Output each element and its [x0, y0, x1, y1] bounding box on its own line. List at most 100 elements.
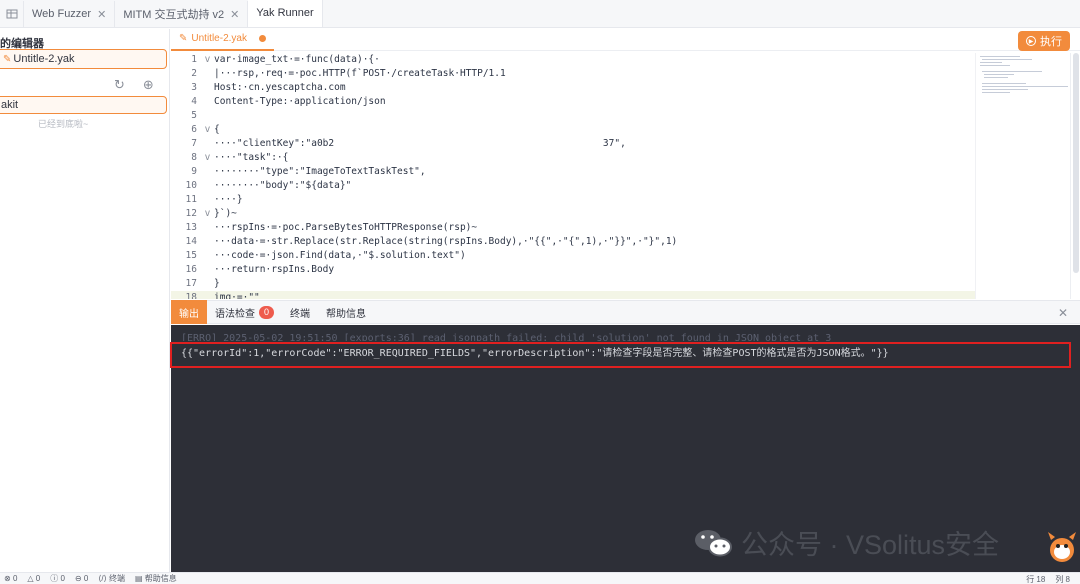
status-help-label: 帮助信息 [144, 574, 177, 583]
code-text: ···return·rspIns.Body [214, 264, 335, 275]
play-icon: ▶ [1026, 36, 1036, 46]
code-line[interactable]: 10 ········"body":"${data}" [171, 179, 975, 193]
fold-chevron-icon[interactable]: v [201, 151, 214, 165]
fold-chevron-icon[interactable] [201, 249, 214, 263]
close-icon[interactable]: ✕ [230, 8, 239, 21]
end-of-list-hint: 已经到底啦~ [38, 119, 89, 129]
line-number: 10 [185, 180, 197, 191]
error-status-icon[interactable]: ⊗ 0 [4, 574, 17, 583]
fold-chevron-icon[interactable] [201, 291, 214, 299]
fold-chevron-icon[interactable] [201, 67, 214, 81]
line-number: 16 [185, 264, 197, 275]
status-help[interactable]: ▤ 帮助信息 [135, 573, 177, 584]
code-text: ········"body":"${data}" [214, 180, 352, 191]
code-line[interactable]: 9 ········"type":"ImageToTextTaskTest", [171, 165, 975, 179]
status-terminal[interactable]: ⟨/⟩ 终端 [98, 573, 125, 584]
tab-label: MITM 交互式劫持 v2 [123, 9, 225, 21]
code-line[interactable]: 18 img·=·"" [171, 291, 975, 299]
code-line[interactable]: 15 ···code·=·json.Find(data,·"$.solution.… [171, 249, 975, 263]
line-number: 2 [191, 68, 197, 79]
info-status-icon[interactable]: ⓘ 0 [50, 573, 65, 584]
code-text: ···rspIns·=·poc.ParseBytesToHTTPResponse… [214, 222, 478, 233]
code-text: ········"type":"ImageToTextTaskTest", [214, 166, 426, 177]
run-button[interactable]: ▶ 执行 [1018, 31, 1070, 51]
line-number: 12 [185, 208, 197, 219]
code-text: ···data·=·str.Replace(str.Replace(string… [214, 236, 678, 247]
tab-help[interactable]: 帮助信息 [318, 300, 374, 324]
sidebar-folder-label: akit [1, 99, 19, 111]
tab-syntax-check[interactable]: 语法检查 0 [207, 300, 282, 324]
line-number: 18 [185, 292, 197, 299]
fold-chevron-icon[interactable]: v [201, 123, 214, 137]
code-line[interactable]: 5 [171, 109, 975, 123]
editor-scrollbar[interactable] [1070, 53, 1080, 299]
code-line[interactable]: 3 Host:·cn.yescaptcha.com [171, 81, 975, 95]
code-line[interactable]: 16 ···return·rspIns.Body [171, 263, 975, 277]
tab-label: Web Fuzzer [32, 8, 92, 20]
code-text: ····"task":·{ [214, 152, 289, 163]
cursor-position: 行 18 列 8 [1026, 574, 1070, 584]
table-icon[interactable] [0, 1, 24, 27]
line-number: 7 [191, 138, 197, 149]
terminal-tab-label: 终端 [290, 308, 311, 320]
watermark-text: 公众号 · VSolitus安全 [741, 530, 1000, 560]
fold-chevron-icon[interactable] [201, 109, 214, 123]
fold-chevron-icon[interactable] [201, 137, 214, 151]
fold-chevron-icon[interactable] [201, 179, 214, 193]
code-line[interactable]: 14 ···data·=·str.Replace(str.Replace(stri… [171, 235, 975, 249]
fold-chevron-icon[interactable] [201, 165, 214, 179]
tab-output[interactable]: 输出 [171, 300, 207, 324]
fold-chevron-icon[interactable] [201, 81, 214, 95]
fold-chevron-icon[interactable]: v [201, 207, 214, 221]
fold-chevron-icon[interactable]: v [201, 53, 214, 67]
code-editor[interactable]: 1 v var·image_txt·=·func(data)·{· 2 |···rsp,… [171, 53, 975, 299]
code-line[interactable]: 13 ···rspIns·=·poc.ParseBytesToHTTPRespon… [171, 221, 975, 235]
warning-status-icon[interactable]: △ 0 [27, 574, 40, 583]
code-line[interactable]: 2 |···rsp,·req·=·poc.HTTP(f`POST·/createT… [171, 67, 975, 81]
close-icon[interactable]: ✕ [1058, 306, 1068, 320]
highlight-annotation-box [170, 342, 1071, 368]
code-line[interactable]: 6 v{ [171, 123, 975, 137]
line-number: 9 [191, 166, 197, 177]
fold-chevron-icon[interactable] [201, 235, 214, 249]
error-count-badge: 0 [259, 305, 275, 319]
fold-chevron-icon[interactable] [201, 221, 214, 235]
code-line[interactable]: 1 v var·image_txt·=·func(data)·{· [171, 53, 975, 67]
editor-tab-untitle-2[interactable]: ✎ Untitle-2.yak [171, 29, 274, 51]
top-tab-bar: Web Fuzzer ✕ MITM 交互式劫持 v2 ✕ Yak Runner [0, 0, 1080, 28]
hint-status-icon[interactable]: ⊖ 0 [75, 574, 88, 583]
tab-yak-runner[interactable]: Yak Runner [248, 0, 323, 27]
line-number: 13 [185, 222, 197, 233]
output-panel-header: 输出 语法检查 0 终端 帮助信息 ✕ [171, 300, 1080, 324]
sidebar-file-item[interactable]: ✎ Untitle-2.yak [0, 49, 167, 69]
tab-web-fuzzer[interactable]: Web Fuzzer ✕ [24, 1, 116, 27]
wechat-watermark: 公众号 · VSolitus安全 [693, 523, 999, 562]
add-circle-icon[interactable]: ⊕ [143, 77, 154, 93]
fold-chevron-icon[interactable] [201, 193, 214, 207]
fold-chevron-icon[interactable] [201, 263, 214, 277]
fold-chevron-icon[interactable] [201, 95, 214, 109]
sidebar-folder-item[interactable]: akit [0, 96, 167, 114]
yak-mascot-icon [1048, 532, 1076, 562]
code-line[interactable]: 17} [171, 277, 975, 291]
refresh-icon[interactable]: ↻ [114, 77, 125, 93]
code-line[interactable]: 11 ····} [171, 193, 975, 207]
close-icon[interactable]: ✕ [97, 8, 106, 21]
status-count: 0 [60, 574, 65, 583]
line-number: 4 [191, 96, 197, 107]
code-line[interactable]: 8 v ····"task":·{ [171, 151, 975, 165]
fold-chevron-icon[interactable] [201, 277, 214, 291]
code-line[interactable]: 4 Content-Type:·application/json [171, 95, 975, 109]
code-line[interactable]: 7 ····"clientKey":"a0b2 37", [171, 137, 975, 151]
tab-terminal[interactable]: 终端 [282, 300, 318, 324]
code-minimap[interactable] [975, 53, 1070, 299]
code-text: { [214, 124, 220, 135]
unsaved-dot-icon[interactable] [258, 35, 266, 42]
column-indicator: 列 8 [1055, 575, 1070, 584]
code-line[interactable]: 12 v}`)~ [171, 207, 975, 221]
scrollbar-thumb[interactable] [1073, 53, 1079, 273]
line-number: 11 [185, 194, 197, 205]
tab-mitm[interactable]: MITM 交互式劫持 v2 ✕ [115, 1, 249, 27]
run-button-label: 执行 [1040, 36, 1062, 48]
line-number: 15 [185, 250, 197, 261]
